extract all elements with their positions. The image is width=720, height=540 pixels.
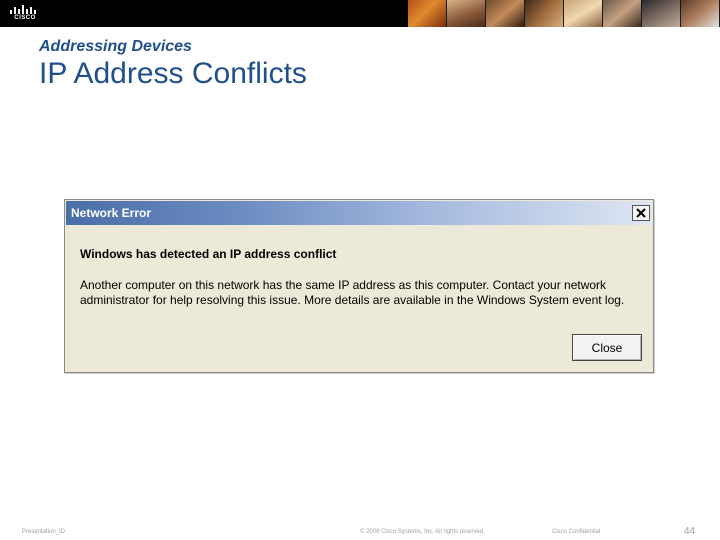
cisco-logo: CISCO [9, 5, 41, 22]
people-photo [564, 0, 603, 27]
people-photo [525, 0, 564, 27]
people-photo [447, 0, 486, 27]
footer-confidential: Cisco Confidential [552, 529, 601, 535]
dialog-message: Another computer on this network has the… [80, 278, 625, 307]
cisco-wordmark: CISCO [14, 15, 36, 21]
people-photo [408, 0, 447, 27]
footer-presentation-id: Presentation_ID [22, 529, 66, 535]
footer-copyright: © 2008 Cisco Systems, Inc. All rights re… [360, 529, 485, 535]
close-button[interactable]: Close [572, 334, 642, 361]
people-photo [603, 0, 642, 27]
photo-strip [408, 0, 720, 27]
people-photo [486, 0, 525, 27]
close-x-icon [636, 208, 646, 218]
people-photo [681, 0, 720, 27]
slide-title: IP Address Conflicts [39, 57, 307, 90]
page-number: 44 [684, 526, 696, 537]
slide-subtitle: Addressing Devices [39, 38, 192, 55]
top-banner: CISCO [0, 0, 720, 27]
dialog-titlebar[interactable]: Network Error [66, 201, 652, 225]
people-photo [642, 0, 681, 27]
dialog-headline: Windows has detected an IP address confl… [80, 247, 337, 261]
cisco-bars-icon [10, 5, 36, 14]
dialog-close-x-button[interactable] [632, 205, 650, 221]
network-error-dialog: Network Error Windows has detected an IP… [64, 199, 654, 373]
dialog-title: Network Error [71, 206, 152, 220]
